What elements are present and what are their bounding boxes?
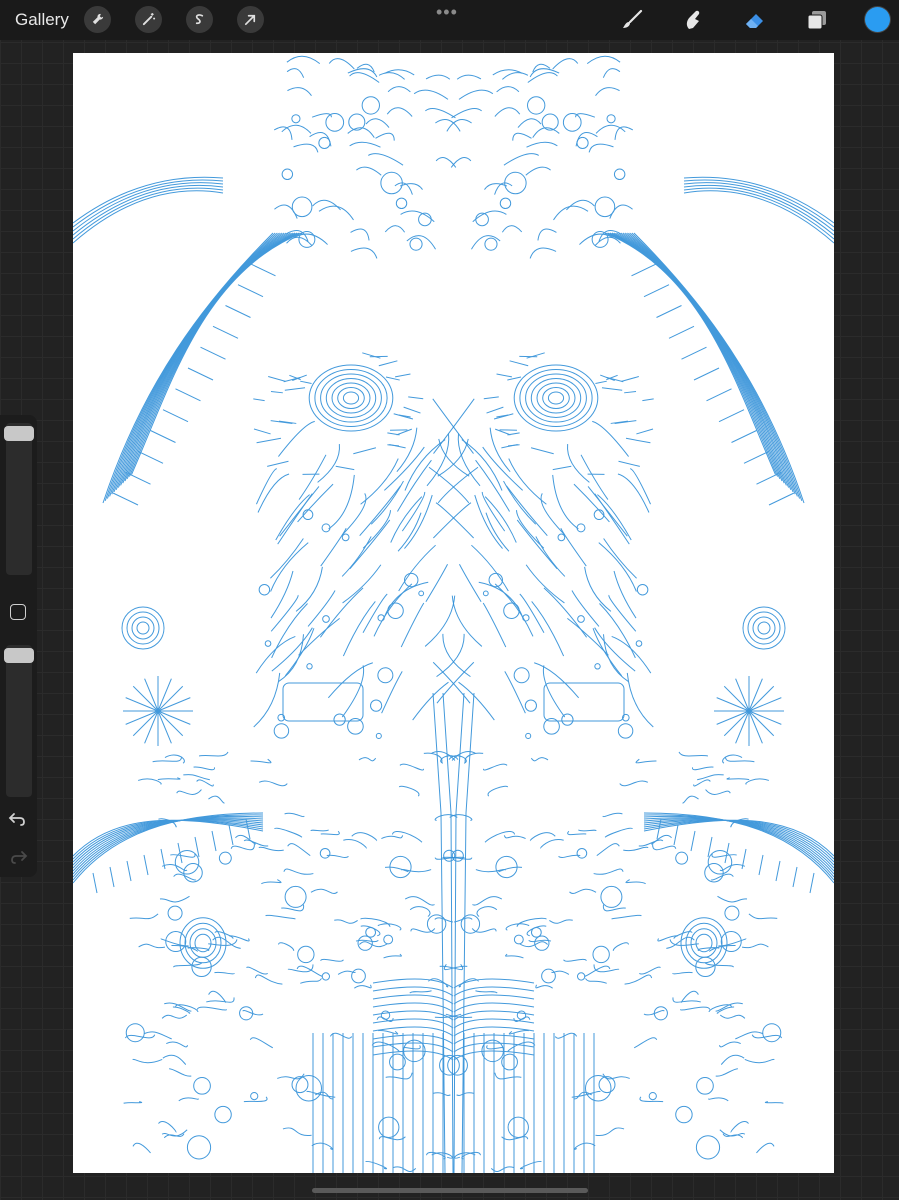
brush-size-slider[interactable] xyxy=(6,423,32,575)
selection-button[interactable] xyxy=(186,6,213,33)
procreate-app: Gallery ••• xyxy=(0,0,899,1200)
top-toolbar: Gallery ••• xyxy=(0,0,899,40)
gallery-button[interactable]: Gallery xyxy=(15,10,69,30)
opacity-thumb[interactable] xyxy=(4,648,34,663)
arrow-cursor-icon xyxy=(244,14,256,26)
smudge-finger-icon xyxy=(686,10,700,30)
layers-button[interactable] xyxy=(803,6,831,34)
wrench-icon xyxy=(92,13,104,25)
undo-icon[interactable] xyxy=(8,809,28,829)
left-sidebar xyxy=(0,415,37,877)
redo-icon[interactable] xyxy=(8,847,28,867)
color-picker-button[interactable] xyxy=(865,7,890,32)
eraser-tool-button[interactable] xyxy=(741,6,769,34)
brush-icon xyxy=(623,9,643,28)
brush-size-thumb[interactable] xyxy=(4,426,34,441)
home-indicator xyxy=(312,1188,588,1193)
smudge-tool-button[interactable] xyxy=(679,6,707,34)
layers-icon xyxy=(807,11,826,30)
more-options-button[interactable]: ••• xyxy=(436,2,458,23)
modify-button[interactable] xyxy=(10,604,26,620)
brush-tool-button[interactable] xyxy=(618,6,646,34)
adjustments-button[interactable] xyxy=(135,6,162,33)
transform-button[interactable] xyxy=(237,6,264,33)
drawing-canvas[interactable] xyxy=(73,53,834,1173)
magic-wand-icon xyxy=(142,12,156,26)
eraser-icon xyxy=(746,14,763,28)
actions-button[interactable] xyxy=(84,6,111,33)
opacity-slider[interactable] xyxy=(6,645,32,797)
selection-s-icon xyxy=(195,14,204,25)
line-art-drawing xyxy=(73,55,834,1173)
